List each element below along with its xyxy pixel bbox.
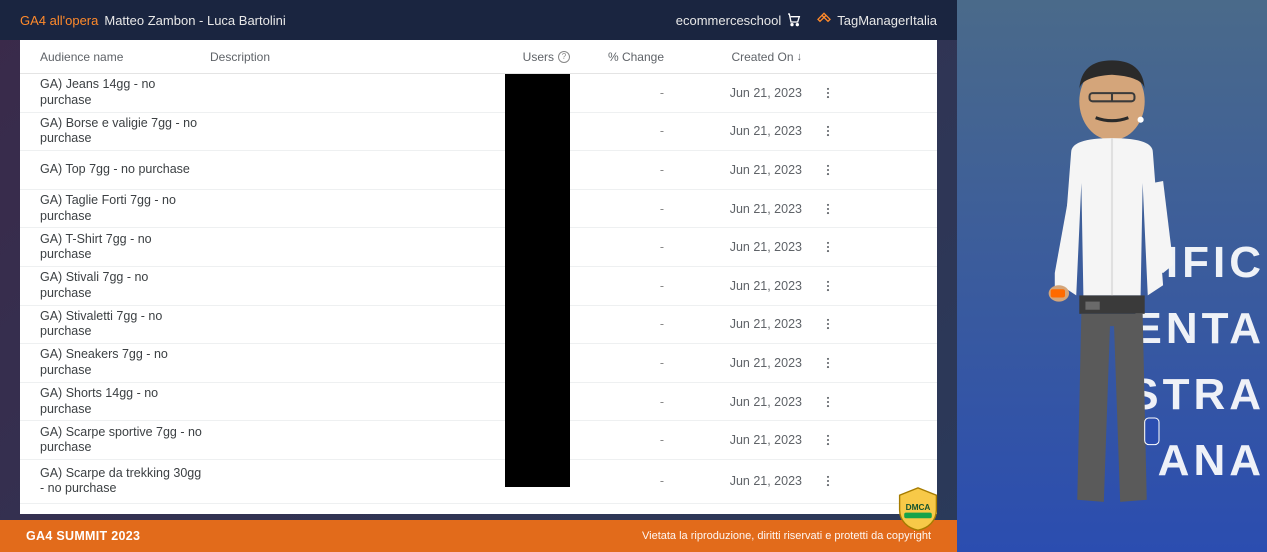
row-audience-name: GA) Taglie Forti 7gg - no purchase	[20, 193, 210, 224]
row-audience-name: GA) Stivaletti 7gg - no purchase	[20, 309, 210, 340]
row-menu-button[interactable]	[810, 202, 846, 216]
row-created: Jun 21, 2023	[680, 124, 810, 138]
table-row[interactable]: GA) Jeans 14gg - no purchase -Jun 21, 202…	[20, 74, 937, 113]
kebab-icon	[821, 317, 835, 331]
row-audience-name: GA) Top 7gg - no purchase	[20, 162, 210, 178]
kebab-icon	[821, 395, 835, 409]
logo-ecommerceschool: ecommerceschool	[676, 12, 803, 28]
kebab-icon	[821, 474, 835, 488]
row-change: -	[580, 474, 680, 488]
event-label: GA4 SUMMIT 2023	[26, 529, 140, 543]
row-change: -	[580, 433, 680, 447]
row-change: -	[580, 86, 680, 100]
redacted-overlay	[505, 74, 570, 487]
logo-tagmanageritalia-text: TagManagerItalia	[837, 13, 937, 28]
table-row[interactable]: GA) Shorts 14gg - no purchase -Jun 21, 20…	[20, 383, 937, 422]
table-row[interactable]: GA) Top 7gg - no purchase -Jun 21, 2023	[20, 151, 937, 190]
logo-ecommerceschool-text: ecommerceschool	[676, 13, 782, 28]
slide-header: GA4 all'opera Matteo Zambon - Luca Barto…	[0, 0, 957, 40]
row-menu-button[interactable]	[810, 124, 846, 138]
kebab-icon	[821, 279, 835, 293]
row-created: Jun 21, 2023	[680, 395, 810, 409]
row-created: Jun 21, 2023	[680, 356, 810, 370]
row-created: Jun 21, 2023	[680, 279, 810, 293]
row-change: -	[580, 317, 680, 331]
camera-panel: IFIC ENTA STRA ANA	[957, 0, 1267, 552]
row-menu-button[interactable]	[810, 433, 846, 447]
dmca-badge: DMCA	[895, 486, 941, 532]
row-created: Jun 21, 2023	[680, 202, 810, 216]
row-change: -	[580, 395, 680, 409]
kebab-icon	[821, 202, 835, 216]
presenter-figure	[1007, 40, 1217, 510]
table-row[interactable]: GA) Stivali 7gg - no purchase -Jun 21, 20…	[20, 267, 937, 306]
row-menu-button[interactable]	[810, 86, 846, 100]
slide-title-highlight: GA4 all'opera	[20, 13, 98, 28]
row-menu-button[interactable]	[810, 356, 846, 370]
row-menu-button[interactable]	[810, 395, 846, 409]
row-audience-name: GA) Scarpe da trekking 30gg - no purchas…	[20, 466, 210, 497]
slide-panel: GA4 all'opera Matteo Zambon - Luca Barto…	[0, 0, 957, 552]
row-change: -	[580, 202, 680, 216]
row-change: -	[580, 124, 680, 138]
row-created: Jun 21, 2023	[680, 86, 810, 100]
kebab-icon	[821, 240, 835, 254]
slide-logos: ecommerceschool TagManagerItalia	[676, 12, 937, 28]
col-header-change[interactable]: % Change	[580, 50, 680, 64]
audience-table: Audience name Description Users ? % Chan…	[20, 40, 937, 514]
table-row[interactable]: GA) Stivaletti 7gg - no purchase -Jun 21,…	[20, 306, 937, 345]
row-audience-name: GA) Scarpe sportive 7gg - no purchase	[20, 425, 210, 456]
table-header-row: Audience name Description Users ? % Chan…	[20, 40, 937, 74]
row-menu-button[interactable]	[810, 163, 846, 177]
table-row[interactable]: GA) Scarpe sportive 7gg - no purchase -Ju…	[20, 421, 937, 460]
kebab-icon	[821, 356, 835, 370]
row-created: Jun 21, 2023	[680, 163, 810, 177]
col-header-users[interactable]: Users ?	[450, 50, 580, 64]
row-change: -	[580, 163, 680, 177]
kebab-icon	[821, 163, 835, 177]
kebab-icon	[821, 433, 835, 447]
row-audience-name: GA) T-Shirt 7gg - no purchase	[20, 232, 210, 263]
copyright-text: Vietata la riproduzione, diritti riserva…	[642, 530, 931, 542]
row-created: Jun 21, 2023	[680, 317, 810, 331]
row-change: -	[580, 279, 680, 293]
row-audience-name: GA) Shorts 14gg - no purchase	[20, 386, 210, 417]
kebab-icon	[821, 124, 835, 138]
col-header-users-label: Users	[523, 50, 554, 64]
row-audience-name: GA) Stivali 7gg - no purchase	[20, 270, 210, 301]
table-row[interactable]: GA) T-Shirt 7gg - no purchase -Jun 21, 20…	[20, 228, 937, 267]
row-created: Jun 21, 2023	[680, 433, 810, 447]
col-header-description[interactable]: Description	[210, 50, 450, 64]
table-body: GA) Jeans 14gg - no purchase-Jun 21, 202…	[20, 74, 937, 504]
row-menu-button[interactable]	[810, 317, 846, 331]
cart-icon	[786, 12, 802, 28]
row-created: Jun 21, 2023	[680, 474, 810, 488]
col-header-created[interactable]: Created On ↓	[680, 50, 810, 64]
sort-arrow-down-icon: ↓	[797, 51, 803, 63]
help-icon[interactable]: ?	[558, 51, 570, 63]
kebab-icon	[821, 86, 835, 100]
row-created: Jun 21, 2023	[680, 240, 810, 254]
row-menu-button[interactable]	[810, 240, 846, 254]
slide-content: Audience name Description Users ? % Chan…	[0, 40, 957, 520]
slide-footer: GA4 SUMMIT 2023 Vietata la riproduzione,…	[0, 520, 957, 552]
row-menu-button[interactable]	[810, 279, 846, 293]
table-row[interactable]: GA) Taglie Forti 7gg - no purchase -Jun 2…	[20, 190, 937, 229]
table-row[interactable]: GA) Sneakers 7gg - no purchase -Jun 21, 2…	[20, 344, 937, 383]
table-row[interactable]: GA) Borse e valigie 7gg - no purchase -Ju…	[20, 113, 937, 152]
row-audience-name: GA) Sneakers 7gg - no purchase	[20, 347, 210, 378]
row-menu-button[interactable]	[810, 474, 846, 488]
logo-tagmanageritalia: TagManagerItalia	[816, 12, 937, 28]
row-audience-name: GA) Jeans 14gg - no purchase	[20, 77, 210, 108]
row-change: -	[580, 240, 680, 254]
slide-title-group: GA4 all'opera Matteo Zambon - Luca Barto…	[20, 13, 286, 28]
col-header-name[interactable]: Audience name	[20, 50, 210, 64]
slide-title-authors: Matteo Zambon - Luca Bartolini	[104, 13, 285, 28]
row-audience-name: GA) Borse e valigie 7gg - no purchase	[20, 116, 210, 147]
row-change: -	[580, 356, 680, 370]
table-row[interactable]: GA) Scarpe da trekking 30gg - no purchas…	[20, 460, 937, 504]
tag-icon	[816, 12, 832, 28]
svg-text:DMCA: DMCA	[906, 503, 931, 512]
col-header-created-label: Created On	[731, 50, 793, 64]
